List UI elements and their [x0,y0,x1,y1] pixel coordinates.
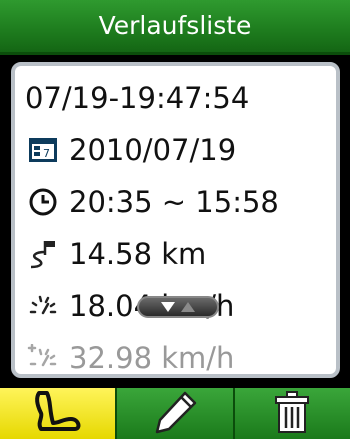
route-flag-icon [25,236,61,272]
pencil-icon [151,389,199,439]
clock-icon [25,184,61,220]
scroll-up-icon[interactable] [181,302,195,312]
delete-button[interactable] [232,388,350,439]
page-title: Verlaufsliste [0,0,350,55]
max-speed-value: 32.98 km/h [69,341,235,375]
calendar-icon: 7 [25,132,61,168]
edit-button[interactable] [115,388,233,439]
route-icon [29,389,87,439]
history-detail-panel[interactable]: 07/19-19:47:54 7 2010/07/19 20:35 ~ 15:5… [11,62,340,378]
distance-value: 14.58 km [69,237,207,271]
track-name-row: 07/19-19:47:54 [25,72,330,124]
distance-row: 14.58 km [25,228,330,280]
date-row: 7 2010/07/19 [25,124,330,176]
time-row: 20:35 ~ 15:58 [25,176,330,228]
svg-text:7: 7 [43,147,50,160]
date-value: 2010/07/19 [69,133,237,167]
route-button[interactable] [0,388,116,439]
max-speed-icon [25,340,61,374]
app-screen: Verlaufsliste 07/19-19:47:54 7 2010/07/1… [0,0,350,439]
scroll-arrows-icon[interactable] [137,296,219,318]
trash-icon [272,389,312,439]
track-name: 07/19-19:47:54 [25,81,250,115]
speedometer-icon [25,288,61,324]
bottom-toolbar [0,388,350,439]
max-speed-row: 32.98 km/h [25,332,330,375]
time-range-value: 20:35 ~ 15:58 [69,185,279,219]
scroll-down-icon[interactable] [161,302,175,312]
